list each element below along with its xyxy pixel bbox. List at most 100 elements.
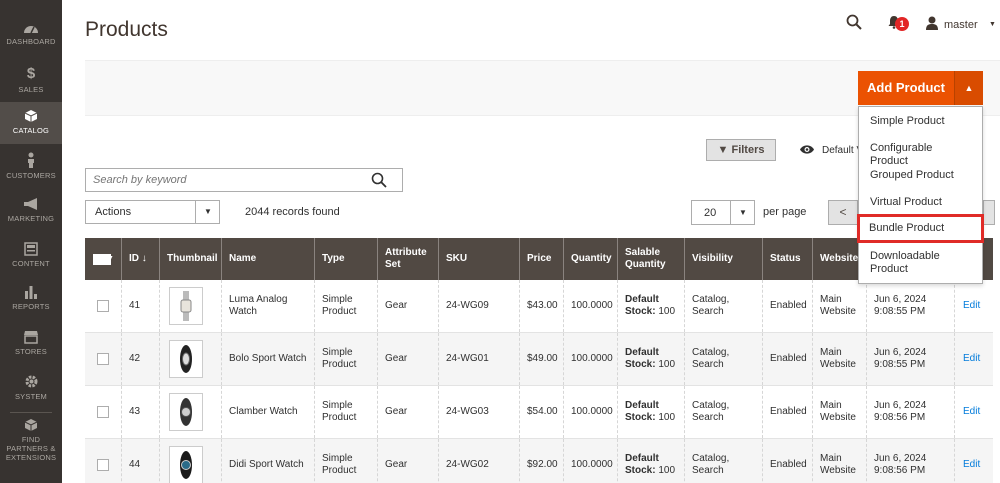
search-icon[interactable]: [371, 172, 387, 188]
cell-type: Simple Product: [314, 280, 377, 332]
search-field[interactable]: [85, 168, 403, 192]
gear-icon: [25, 375, 37, 388]
user-menu[interactable]: master: [944, 19, 978, 31]
cell-action: Edit: [954, 386, 993, 438]
cell-price: $54.00: [519, 386, 563, 438]
chevron-down-icon[interactable]: ▼: [989, 21, 996, 28]
nav-stores[interactable]: STORES: [0, 330, 62, 360]
col-salable-quantity: Salable Quantity: [617, 238, 684, 280]
user-icon[interactable]: [926, 16, 938, 30]
col-type[interactable]: Type: [314, 238, 377, 280]
next-page-button[interactable]: [983, 200, 995, 225]
edit-link[interactable]: Edit: [963, 459, 980, 471]
nav-label: STORES: [15, 347, 47, 356]
nav-partners[interactable]: FIND PARTNERS & EXTENSIONS: [0, 418, 62, 462]
cell-name: Clamber Watch: [221, 386, 314, 438]
person-icon: [28, 152, 34, 168]
watch-image: [180, 451, 192, 479]
default-view-selector[interactable]: Default V: [822, 145, 863, 156]
cell-visibility: Catalog, Search: [684, 280, 762, 332]
nav-label: CONTENT: [12, 259, 50, 268]
nav-label: SALES: [18, 85, 44, 94]
cell-salable: Default Stock: 100: [617, 439, 684, 483]
nav-dashboard[interactable]: DASHBOARD: [0, 22, 62, 52]
chevron-down-icon: ▼: [195, 201, 220, 223]
select-all-checkbox[interactable]: ▼: [85, 238, 121, 280]
col-sku[interactable]: SKU: [438, 238, 519, 280]
add-product-button[interactable]: Add Product: [858, 71, 954, 105]
bar-chart-icon: [25, 286, 37, 299]
nav-label: CUSTOMERS: [6, 171, 56, 180]
filters-button[interactable]: ▼ Filters: [706, 139, 776, 161]
nav-sales[interactable]: $ SALES: [0, 65, 62, 95]
col-quantity[interactable]: Quantity: [563, 238, 617, 280]
grid-header: ▼ ID ↓ Thumbnail Name Type Attribute Set…: [85, 238, 993, 280]
col-name[interactable]: Name: [221, 238, 314, 280]
cell-quantity: 100.0000: [563, 280, 617, 332]
cell-websites: Main Website: [812, 333, 866, 385]
menu-virtual-product[interactable]: Virtual Product: [859, 196, 982, 209]
menu-grouped-product[interactable]: Grouped Product: [859, 169, 982, 182]
menu-simple-product[interactable]: Simple Product: [859, 115, 982, 128]
row-select[interactable]: [85, 439, 121, 483]
per-page-select[interactable]: 20 ▼: [691, 200, 755, 225]
dollar-icon: $: [26, 65, 36, 82]
nav-system[interactable]: SYSTEM: [0, 374, 62, 404]
row-select[interactable]: [85, 280, 121, 332]
records-count: 2044 records found: [245, 206, 340, 218]
nav-customers[interactable]: CUSTOMERS: [0, 152, 62, 182]
row-checkbox[interactable]: [97, 353, 109, 365]
row-checkbox[interactable]: [97, 459, 109, 471]
col-visibility[interactable]: Visibility: [684, 238, 762, 280]
cell-status: Enabled: [762, 333, 812, 385]
product-thumbnail[interactable]: [169, 446, 203, 483]
menu-downloadable-product[interactable]: Downloadable Product: [859, 250, 969, 276]
product-thumbnail[interactable]: [169, 340, 203, 378]
menu-bundle-product[interactable]: Bundle Product: [857, 214, 984, 243]
cell-name: Didi Sport Watch: [221, 439, 314, 483]
cell-salable: Default Stock: 100: [617, 280, 684, 332]
edit-link[interactable]: Edit: [963, 300, 980, 312]
cell-id: 42: [121, 333, 159, 385]
edit-link[interactable]: Edit: [963, 353, 980, 365]
page-title: Products: [85, 18, 168, 41]
col-price[interactable]: Price: [519, 238, 563, 280]
search-input[interactable]: [86, 169, 366, 191]
cell-visibility: Catalog, Search: [684, 439, 762, 483]
row-checkbox[interactable]: [97, 300, 109, 312]
chevron-down-icon: ▼: [730, 201, 755, 224]
stock-label: Default Stock:: [625, 347, 659, 370]
nav-reports[interactable]: REPORTS: [0, 285, 62, 315]
cell-websites: Main Website: [812, 280, 866, 332]
nav-marketing[interactable]: MARKETING: [0, 198, 62, 228]
nav-catalog[interactable]: CATALOG: [0, 102, 62, 144]
product-thumbnail[interactable]: [169, 393, 203, 431]
col-id[interactable]: ID ↓: [121, 238, 159, 280]
cell-quantity: 100.0000: [563, 386, 617, 438]
stock-value: 100: [658, 359, 676, 370]
product-thumbnail[interactable]: [169, 287, 203, 325]
nav-divider: [10, 412, 52, 413]
row-select[interactable]: [85, 333, 121, 385]
cell-id: 44: [121, 439, 159, 483]
cell-quantity: 100.0000: [563, 439, 617, 483]
prev-page-button[interactable]: <: [828, 200, 858, 225]
row-checkbox[interactable]: [97, 406, 109, 418]
actions-label: Actions: [95, 206, 132, 218]
col-status[interactable]: Status: [762, 238, 812, 280]
dashboard-icon: [24, 26, 38, 34]
menu-configurable-product[interactable]: Configurable Product: [859, 142, 982, 168]
stock-label: Default Stock:: [625, 453, 659, 476]
col-attribute-set[interactable]: Attribute Set: [377, 238, 438, 280]
mass-actions-select[interactable]: Actions ▼: [85, 200, 220, 224]
edit-link[interactable]: Edit: [963, 406, 980, 418]
eye-icon[interactable]: [799, 144, 815, 155]
stock-value: 100: [658, 412, 676, 423]
nav-content[interactable]: CONTENT: [0, 242, 62, 272]
funnel-icon: ▼: [717, 144, 729, 156]
cell-date: Jun 6, 2024 9:08:55 PM: [866, 280, 954, 332]
filters-label: Filters: [731, 144, 765, 156]
search-icon[interactable]: [846, 14, 862, 30]
row-select[interactable]: [85, 386, 121, 438]
add-product-toggle[interactable]: ▲: [954, 71, 983, 105]
